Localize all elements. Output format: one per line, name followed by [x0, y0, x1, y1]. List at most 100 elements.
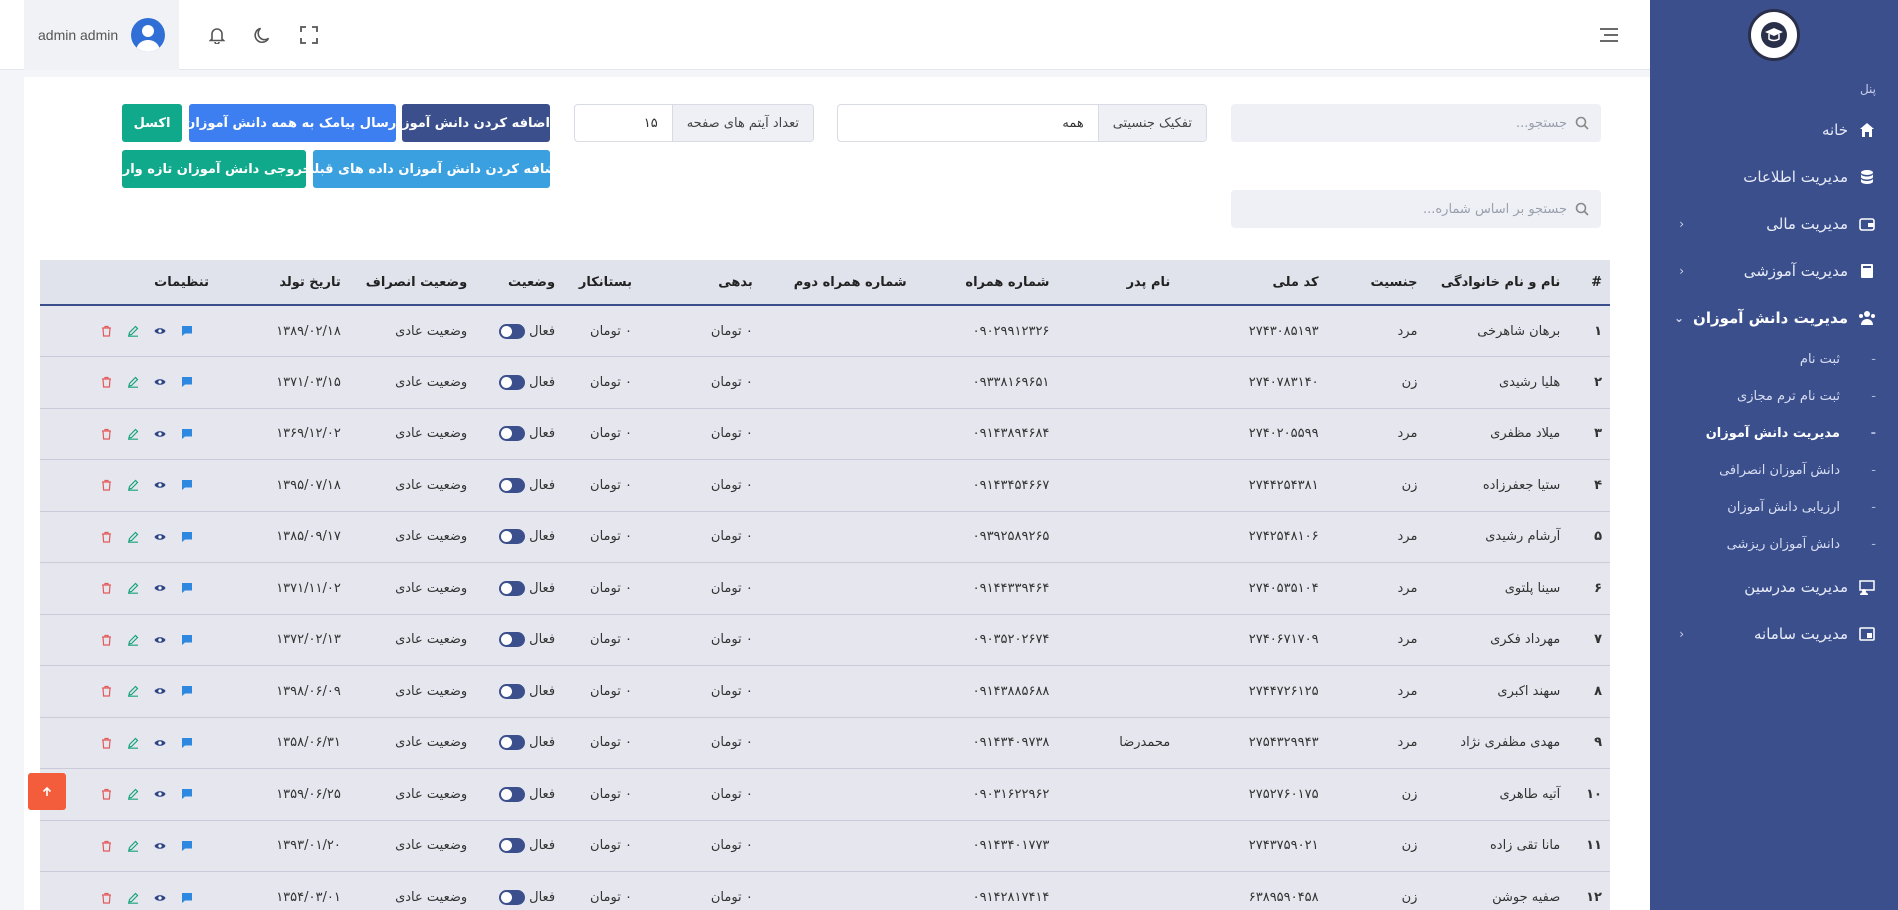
toggle-switch[interactable] [499, 632, 526, 648]
edit-icon[interactable] [127, 376, 139, 389]
per-page-filter[interactable]: تعداد آیتم های صفحه ۱۵ [574, 104, 814, 142]
status-toggle[interactable]: فعال [499, 838, 555, 854]
delete-icon[interactable] [100, 892, 112, 904]
sidebar-item-finance[interactable]: مدیریت مالی ‹ [1650, 200, 1898, 247]
status-toggle[interactable]: فعال [499, 529, 555, 545]
message-icon[interactable] [181, 479, 193, 491]
status-toggle[interactable]: فعال [499, 632, 555, 648]
school-logo-icon[interactable] [1748, 9, 1800, 61]
user-menu[interactable]: admin admin [24, 0, 179, 70]
status-toggle[interactable]: فعال [499, 735, 555, 751]
edit-icon[interactable] [127, 737, 139, 749]
edit-icon[interactable] [127, 634, 139, 646]
toggle-switch[interactable] [499, 580, 526, 596]
message-icon[interactable] [181, 531, 193, 543]
delete-icon[interactable] [100, 428, 112, 440]
edit-icon[interactable] [127, 840, 139, 852]
export-new-students-button[interactable]: خروجی دانش آموزان تازه وارد [116, 150, 312, 188]
edit-icon[interactable] [127, 531, 139, 543]
sub-item-evaluate-students[interactable]: ارزیابی دانش آموزان [1650, 489, 1898, 526]
message-icon[interactable] [181, 582, 193, 594]
delete-icon[interactable] [100, 840, 112, 852]
view-eye-icon[interactable] [154, 634, 166, 646]
message-icon[interactable] [181, 376, 193, 388]
toggle-switch[interactable] [499, 477, 526, 493]
toggle-switch[interactable] [499, 683, 526, 699]
search-box[interactable] [1231, 104, 1601, 142]
scroll-to-top-button[interactable] [28, 773, 66, 810]
delete-icon[interactable] [100, 685, 112, 697]
fullscreen-icon[interactable] [297, 23, 321, 47]
sidebar-item-home[interactable]: خانه [1650, 106, 1898, 153]
message-icon[interactable] [181, 788, 193, 800]
view-eye-icon[interactable] [154, 892, 166, 904]
status-toggle[interactable]: فعال [499, 477, 555, 493]
delete-icon[interactable] [100, 479, 112, 491]
view-eye-icon[interactable] [154, 582, 166, 594]
toggle-switch[interactable] [499, 529, 526, 545]
message-icon[interactable] [181, 840, 193, 852]
dark-mode-moon-icon[interactable] [251, 23, 275, 47]
edit-icon[interactable] [127, 428, 139, 440]
view-eye-icon[interactable] [154, 840, 166, 852]
view-eye-icon[interactable] [154, 531, 166, 543]
edit-icon[interactable] [127, 788, 139, 801]
sidebar-item-teachers[interactable]: مدیریت مدرسین [1650, 563, 1898, 610]
delete-icon[interactable] [100, 376, 112, 388]
message-icon[interactable] [181, 685, 193, 697]
view-eye-icon[interactable] [154, 376, 166, 388]
status-toggle[interactable]: فعال [499, 426, 555, 442]
delete-icon[interactable] [100, 582, 112, 594]
toggle-switch[interactable] [499, 323, 526, 339]
status-toggle[interactable]: فعال [499, 786, 555, 802]
gender-filter-select[interactable]: همه [838, 105, 1098, 141]
view-eye-icon[interactable] [154, 325, 166, 337]
view-eye-icon[interactable] [154, 685, 166, 697]
toggle-switch[interactable] [499, 735, 526, 751]
per-page-input[interactable]: ۱۵ [575, 105, 672, 141]
search-input[interactable] [1243, 115, 1567, 131]
edit-icon[interactable] [127, 479, 139, 492]
edit-icon[interactable] [127, 892, 139, 904]
sidebar-item-system[interactable]: مدیریت سامانه ‹ [1650, 610, 1898, 657]
sms-all-students-button[interactable]: ارسال پیامک به همه دانش آموزان [184, 104, 401, 142]
notification-bell-icon[interactable] [205, 23, 229, 47]
search-number-box[interactable] [1231, 190, 1601, 228]
delete-icon[interactable] [100, 531, 112, 543]
delete-icon[interactable] [100, 788, 112, 800]
delete-icon[interactable] [100, 737, 112, 749]
add-previous-students-button[interactable]: اضافه کردن دانش آموزان داده های قبلی [301, 150, 562, 188]
message-icon[interactable] [181, 325, 193, 337]
edit-icon[interactable] [127, 325, 139, 337]
message-icon[interactable] [181, 634, 193, 646]
delete-icon[interactable] [100, 325, 112, 337]
status-toggle[interactable]: فعال [499, 374, 555, 390]
sub-item-manage-students[interactable]: مدیریت دانش آموزان [1650, 415, 1898, 452]
message-icon[interactable] [181, 737, 193, 749]
sub-item-virtual-register[interactable]: ثبت نام ترم مجازی [1650, 378, 1898, 415]
excel-button[interactable]: اکسل [122, 104, 182, 142]
sidebar-item-education[interactable]: مدیریت آموزشی ‹ [1650, 247, 1898, 294]
view-eye-icon[interactable] [154, 428, 166, 440]
message-icon[interactable] [181, 892, 193, 904]
sidebar-item-info-management[interactable]: مدیریت اطلاعات [1650, 153, 1898, 200]
toggle-switch[interactable] [499, 426, 526, 442]
message-icon[interactable] [181, 428, 193, 440]
sub-item-dropout-students[interactable]: دانش آموزان ریزشی [1650, 526, 1898, 563]
toggle-switch[interactable] [499, 374, 526, 390]
toggle-switch[interactable] [499, 838, 526, 854]
hamburger-menu-icon[interactable] [1597, 23, 1621, 47]
sub-item-register[interactable]: ثبت نام [1650, 341, 1898, 378]
view-eye-icon[interactable] [154, 788, 166, 800]
status-toggle[interactable]: فعال [499, 323, 555, 339]
gender-filter[interactable]: تفکیک جنسیتی همه [837, 104, 1207, 142]
edit-icon[interactable] [127, 685, 139, 698]
edit-icon[interactable] [127, 582, 139, 595]
search-number-input[interactable] [1243, 201, 1567, 217]
delete-icon[interactable] [100, 634, 112, 646]
view-eye-icon[interactable] [154, 737, 166, 749]
status-toggle[interactable]: فعال [499, 580, 555, 596]
status-toggle[interactable]: فعال [499, 683, 555, 699]
toggle-switch[interactable] [499, 786, 526, 802]
sub-item-withdrawn-students[interactable]: دانش آموزان انصرافی [1650, 452, 1898, 489]
